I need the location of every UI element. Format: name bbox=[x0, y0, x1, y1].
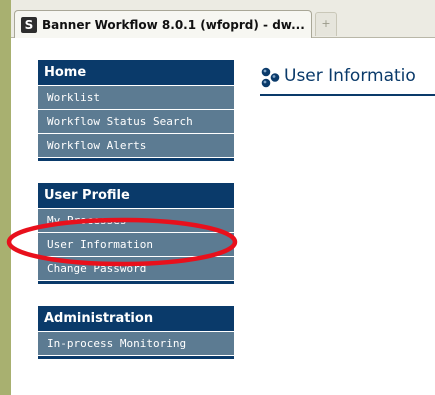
menu-item-workflow-status-search[interactable]: Workflow Status Search bbox=[38, 110, 234, 134]
tab-title: Banner Workflow 8.0.1 (wfoprd) - dw... bbox=[42, 18, 305, 32]
user-profile-menu-header: User Profile bbox=[38, 183, 234, 209]
menu-divider bbox=[38, 158, 234, 161]
administration-menu: Administration In-process Monitoring bbox=[38, 306, 234, 359]
menu-item-user-information[interactable]: User Information bbox=[38, 233, 234, 257]
new-tab-button[interactable]: + bbox=[315, 12, 337, 36]
title-underline bbox=[260, 94, 435, 96]
menu-item-worklist[interactable]: Worklist bbox=[38, 86, 234, 110]
window-left-border bbox=[0, 0, 11, 395]
home-menu-header: Home bbox=[38, 60, 234, 86]
bullet-dots-icon bbox=[261, 67, 280, 88]
page-title: User Informatio bbox=[284, 66, 416, 86]
administration-menu-header: Administration bbox=[38, 306, 234, 332]
menu-item-in-process-monitoring[interactable]: In-process Monitoring bbox=[38, 332, 234, 356]
menu-item-change-password[interactable]: Change Password bbox=[38, 257, 234, 281]
browser-tab[interactable]: S Banner Workflow 8.0.1 (wfoprd) - dw... bbox=[14, 10, 312, 38]
menu-item-workflow-alerts[interactable]: Workflow Alerts bbox=[38, 134, 234, 158]
menu-divider bbox=[38, 356, 234, 359]
home-menu: Home Worklist Workflow Status Search Wor… bbox=[38, 60, 234, 161]
menu-divider bbox=[38, 281, 234, 284]
plus-icon: + bbox=[321, 17, 331, 30]
favicon-icon: S bbox=[21, 17, 37, 33]
menu-item-my-processes[interactable]: My Processes bbox=[38, 209, 234, 233]
browser-tab-bar: S Banner Workflow 8.0.1 (wfoprd) - dw...… bbox=[11, 0, 435, 38]
user-profile-menu: User Profile My Processes User Informati… bbox=[38, 183, 234, 284]
